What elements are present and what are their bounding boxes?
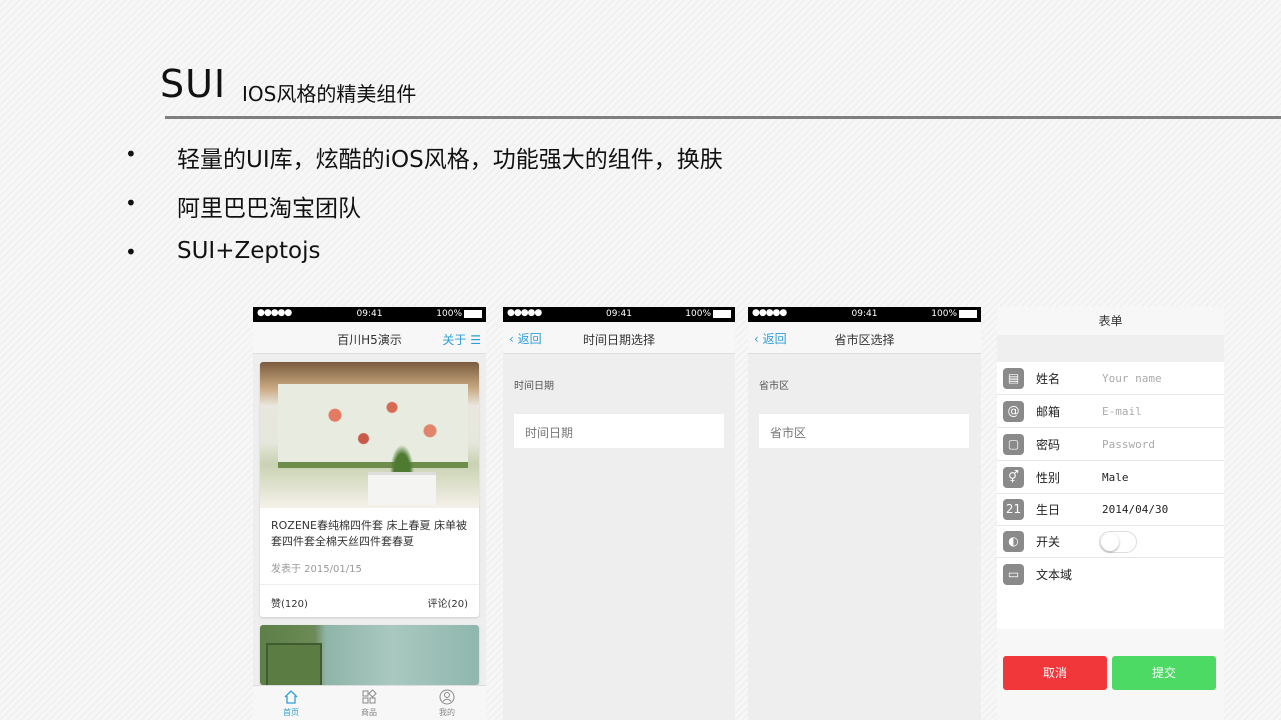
- tab-bar: 首页 商品 我的: [253, 685, 486, 720]
- tab-home[interactable]: 首页: [271, 689, 311, 718]
- switch-icon: ◐: [1003, 531, 1024, 552]
- email-row[interactable]: @ 邮箱 E-mail: [997, 395, 1224, 428]
- navbar: 百川H5演示 关于 ☰: [253, 322, 486, 354]
- product-card[interactable]: ROZENE春纯棉四件套 床上春夏 床单被套四件套全棉天丝四件套春夏 发表于 2…: [260, 362, 479, 617]
- lock-icon: ▢: [1003, 434, 1024, 455]
- name-card-icon: ▤: [1003, 368, 1024, 389]
- submit-button[interactable]: 提交: [1112, 656, 1216, 690]
- title-divider: [165, 116, 1281, 119]
- battery-icon: [464, 309, 482, 318]
- form-screen: 表单 ▤ 姓名 Your name @ 邮箱 E-mail ▢ 密码 Passw…: [997, 307, 1224, 720]
- name-field[interactable]: Your name: [1102, 372, 1162, 385]
- battery-indicator: 100%: [685, 309, 731, 319]
- email-field[interactable]: E-mail: [1102, 405, 1142, 418]
- textarea-row[interactable]: ▭ 文本域: [997, 558, 1224, 590]
- birthday-field[interactable]: 2014/04/30: [1102, 503, 1168, 516]
- gender-select[interactable]: Male: [1102, 471, 1129, 484]
- cancel-button[interactable]: 取消: [1003, 656, 1107, 690]
- phone-screen-region: ●●●●● 09:41 100% ‹ 返回 省市区选择 省市区 省市区: [748, 307, 981, 720]
- bullet-dot-icon: •: [125, 240, 137, 264]
- navbar: ‹ 返回 时间日期选择: [503, 322, 735, 354]
- page-title: 时间日期选择: [582, 333, 655, 347]
- slide-title: SUI: [160, 62, 227, 106]
- chat-icon: ▭: [1003, 564, 1024, 585]
- form-body: ▤ 姓名 Your name @ 邮箱 E-mail ▢ 密码 Password…: [997, 362, 1224, 629]
- bed-graphic: [278, 384, 468, 468]
- status-bar: ●●●●● 09:41 100%: [748, 307, 981, 322]
- region-input[interactable]: 省市区: [759, 414, 969, 448]
- user-icon: [439, 689, 455, 705]
- like-button[interactable]: 赞(120): [271, 595, 308, 610]
- battery-icon: [713, 309, 731, 318]
- card-title: ROZENE春纯棉四件套 床上春夏 床单被套四件套全棉天丝四件套春夏: [271, 519, 467, 548]
- toggle-switch[interactable]: [1099, 531, 1137, 553]
- drawer-graphic: [266, 643, 322, 685]
- slide-subtitle: IOS风格的精美组件: [242, 82, 417, 106]
- form-title: 表单: [997, 307, 1224, 335]
- tab-profile[interactable]: 我的: [427, 689, 467, 718]
- table-graphic: [368, 472, 436, 505]
- status-bar: ●●●●● 09:41 100%: [253, 307, 486, 322]
- phone-screen-home: ●●●●● 09:41 100% 百川H5演示 关于 ☰ ROZENE春纯棉四件…: [253, 307, 486, 720]
- at-icon: @: [1003, 401, 1024, 422]
- plant-graphic: [388, 440, 416, 472]
- navbar: ‹ 返回 省市区选择: [748, 322, 981, 354]
- status-bar: ●●●●● 09:41 100%: [503, 307, 735, 322]
- page-title: 省市区选择: [834, 333, 895, 347]
- card-footer: 赞(120) 评论(20): [260, 584, 479, 617]
- battery-icon: [959, 309, 977, 318]
- tab-products[interactable]: 商品: [349, 689, 389, 718]
- name-row[interactable]: ▤ 姓名 Your name: [997, 362, 1224, 395]
- grid-icon: [362, 689, 377, 704]
- section-label: 时间日期: [514, 381, 554, 392]
- form-spacer: [997, 335, 1224, 362]
- bullet-dot-icon: •: [125, 191, 137, 215]
- birthday-row[interactable]: 21 生日 2014/04/30: [997, 493, 1224, 526]
- menu-icon: ☰: [470, 333, 481, 347]
- comment-button[interactable]: 评论(20): [427, 595, 468, 610]
- gender-row[interactable]: ⚥ 性别 Male: [997, 461, 1224, 494]
- datetime-input[interactable]: 时间日期: [514, 414, 724, 448]
- card-date: 发表于 2015/01/15: [271, 564, 362, 575]
- section-label: 省市区: [759, 381, 789, 392]
- home-icon: [284, 690, 298, 704]
- bedding-photo: [260, 362, 479, 508]
- gender-icon: ⚥: [1003, 467, 1024, 488]
- switch-row: ◐ 开关: [997, 525, 1224, 558]
- battery-indicator: 100%: [931, 309, 977, 319]
- phone-screen-datetime: ●●●●● 09:41 100% ‹ 返回 时间日期选择 时间日期 时间日期: [503, 307, 735, 720]
- bedding-photo: [260, 625, 479, 685]
- about-button[interactable]: 关于 ☰: [442, 331, 481, 348]
- product-card[interactable]: [260, 625, 479, 685]
- bullet-dot-icon: •: [125, 142, 137, 166]
- password-field[interactable]: Password: [1102, 438, 1155, 451]
- calendar-icon: 21: [1003, 499, 1024, 520]
- password-row[interactable]: ▢ 密码 Password: [997, 428, 1224, 461]
- battery-indicator: 100%: [436, 309, 482, 319]
